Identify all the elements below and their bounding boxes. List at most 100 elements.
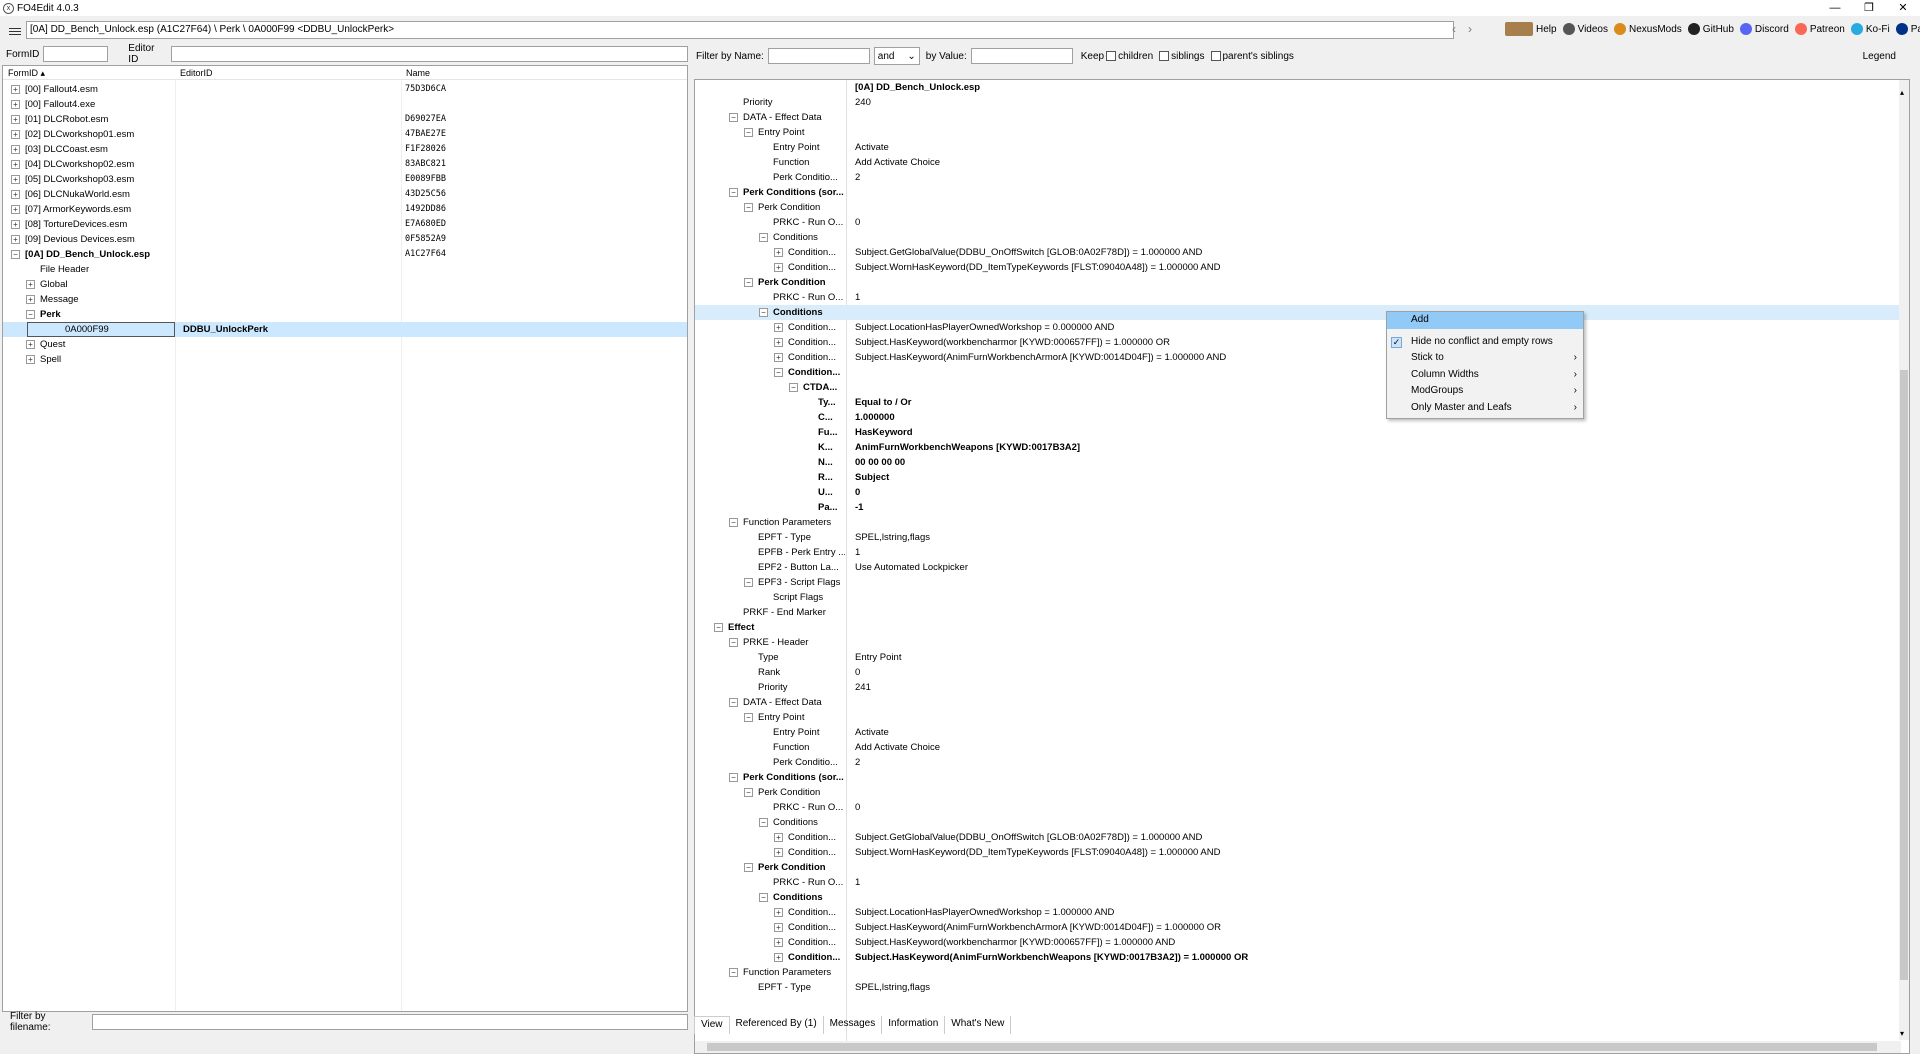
record-row[interactable]: + Condition... Subject.HasKeyword(AnimFurn… (695, 920, 1901, 935)
record-row[interactable]: Entry Point Activate (695, 725, 1901, 740)
record-row[interactable]: + Condition... Subject.HasKeyword(AnimFurn… (695, 350, 1901, 365)
scroll-up-icon[interactable]: ▴ (1900, 88, 1904, 97)
record-row[interactable]: K... AnimFurnWorkbenchWeapons [KYWD:0017B… (695, 440, 1901, 455)
expand-icon[interactable]: + (11, 175, 20, 184)
record-row[interactable]: − Effect (695, 620, 1901, 635)
expand-icon[interactable]: + (774, 323, 783, 332)
legend-button[interactable]: Legend (1863, 51, 1896, 62)
expand-icon[interactable]: + (11, 190, 20, 199)
record-row[interactable]: Function Add Activate Choice (695, 740, 1901, 755)
record-row[interactable]: + Condition... Subject.GetGlobalValue(DDBU… (695, 830, 1901, 845)
record-row[interactable]: − Perk Condition (695, 860, 1901, 875)
tree-row[interactable]: + Global (3, 277, 687, 292)
record-row[interactable]: N... 00 00 00 00 (695, 455, 1901, 470)
tab-messages[interactable]: Messages (824, 1016, 883, 1034)
record-row[interactable]: − CTDA... (695, 380, 1901, 395)
record-row[interactable]: Priority 240 (695, 95, 1901, 110)
filter-value-input[interactable] (970, 48, 1073, 64)
vertical-scrollbar[interactable]: ▴ ▾ (1899, 80, 1909, 1040)
tab-information[interactable]: Information (882, 1016, 946, 1034)
record-row[interactable]: Rank 0 (695, 665, 1901, 680)
record-row[interactable]: U... 0 (695, 485, 1901, 500)
tree-row[interactable]: + Quest (3, 337, 687, 352)
record-row[interactable]: + Condition... Subject.GetGlobalValue(DDBU… (695, 245, 1901, 260)
expand-icon[interactable]: + (11, 85, 20, 94)
tree-row[interactable]: + [09] Devious Devices.esm 0F5852A9 (3, 232, 687, 247)
record-row[interactable]: EPFT - Type SPEL,lstring,flags (695, 980, 1901, 995)
back-arrow-icon[interactable]: ‹ (1452, 22, 1456, 36)
videos-link[interactable]: Videos (1562, 23, 1608, 35)
collapse-icon[interactable]: − (26, 310, 35, 319)
record-row[interactable]: PRKF - End Marker (695, 605, 1901, 620)
keep-siblings-checkbox[interactable] (1159, 51, 1170, 61)
forward-arrow-icon[interactable]: › (1468, 22, 1472, 36)
expand-icon[interactable]: + (774, 848, 783, 857)
expand-icon[interactable]: + (26, 295, 35, 304)
collapse-icon[interactable]: − (729, 698, 738, 707)
record-row[interactable]: − Perk Conditions (sor... (695, 770, 1901, 785)
restore-icon[interactable]: ❐ (1852, 0, 1886, 16)
expand-icon[interactable]: + (26, 355, 35, 364)
collapse-icon[interactable]: − (11, 250, 20, 259)
collapse-icon[interactable]: − (759, 893, 768, 902)
record-row[interactable]: Perk Conditio... 2 (695, 170, 1901, 185)
tree-row[interactable]: + [00] Fallout4.esm 75D3D6CA (3, 82, 687, 97)
expand-icon[interactable]: + (774, 833, 783, 842)
record-row[interactable]: − PRKE - Header (695, 635, 1901, 650)
tree-row[interactable]: 0A000F99 DDBU_UnlockPerk (3, 322, 687, 337)
tree-row[interactable]: + [07] ArmorKeywords.esm 1492DD86 (3, 202, 687, 217)
record-row[interactable]: Perk Conditio... 2 (695, 755, 1901, 770)
expand-icon[interactable]: + (26, 340, 35, 349)
expand-icon[interactable]: + (11, 100, 20, 109)
collapse-icon[interactable]: − (789, 383, 798, 392)
expand-icon[interactable]: + (774, 263, 783, 272)
hamburger-menu-icon[interactable] (4, 21, 26, 41)
patreon-link[interactable]: Patreon (1794, 23, 1845, 35)
discord-link[interactable]: Discord (1739, 23, 1789, 35)
expand-icon[interactable]: + (11, 160, 20, 169)
expand-icon[interactable]: + (11, 220, 20, 229)
record-row[interactable]: + Condition... Subject.HasKeyword(workbenc… (695, 935, 1901, 950)
expand-icon[interactable]: + (774, 938, 783, 947)
expand-icon[interactable]: + (774, 353, 783, 362)
record-row[interactable]: Priority 241 (695, 680, 1901, 695)
record-row[interactable]: PRKC - Run O... 0 (695, 215, 1901, 230)
record-row[interactable]: PRKC - Run O... 1 (695, 875, 1901, 890)
tree-row[interactable]: + [04] DLCworkshop02.esm 83ABC821 (3, 157, 687, 172)
nexusmods-link[interactable]: NexusMods (1613, 23, 1682, 35)
collapse-icon[interactable]: − (744, 578, 753, 587)
record-row[interactable]: PRKC - Run O... 0 (695, 800, 1901, 815)
tree-row[interactable]: + [01] DLCRobot.esm D69027EA (3, 112, 687, 127)
github-link[interactable]: GitHub (1687, 23, 1734, 35)
record-row[interactable]: Script Flags (695, 590, 1901, 605)
expand-icon[interactable]: + (11, 145, 20, 154)
column-header-formid[interactable]: FormID ▴ (3, 66, 175, 79)
menu-item-hide-no-conflict-and-empty-rows[interactable]: ✓ Hide no conflict and empty rows (1387, 334, 1583, 351)
tree-row[interactable]: + [00] Fallout4.exe (3, 97, 687, 112)
tab-view[interactable]: View (694, 1016, 730, 1034)
record-row[interactable]: − EPF3 - Script Flags (695, 575, 1901, 590)
collapse-icon[interactable]: − (744, 788, 753, 797)
record-row[interactable]: EPFB - Perk Entry ... 1 (695, 545, 1901, 560)
editorid-input[interactable] (170, 46, 688, 62)
tree-row[interactable]: + [02] DLCworkshop01.esm 47BAE27E (3, 127, 687, 142)
record-row[interactable]: Ty... Equal to / Or (695, 395, 1901, 410)
record-row[interactable]: − Entry Point (695, 710, 1901, 725)
record-row[interactable]: − Function Parameters (695, 515, 1901, 530)
scroll-down-icon[interactable]: ▾ (1900, 1029, 1904, 1038)
keep-parents-siblings-checkbox[interactable] (1210, 51, 1221, 61)
expand-icon[interactable]: + (11, 235, 20, 244)
record-row[interactable]: PRKC - Run O... 1 (695, 290, 1901, 305)
expand-icon[interactable]: + (26, 280, 35, 289)
collapse-icon[interactable]: − (729, 968, 738, 977)
record-row[interactable]: + Condition... Subject.WornHasKeyword(DD_I… (695, 845, 1901, 860)
collapse-icon[interactable]: − (729, 188, 738, 197)
collapse-icon[interactable]: − (759, 233, 768, 242)
scrollbar-thumb[interactable] (1900, 370, 1908, 980)
record-row[interactable]: − Perk Condition (695, 275, 1901, 290)
close-icon[interactable]: ✕ (1886, 0, 1920, 16)
expand-icon[interactable]: + (774, 248, 783, 257)
record-row[interactable]: − Condition... (695, 365, 1901, 380)
collapse-icon[interactable]: − (759, 818, 768, 827)
record-row[interactable]: Entry Point Activate (695, 140, 1901, 155)
